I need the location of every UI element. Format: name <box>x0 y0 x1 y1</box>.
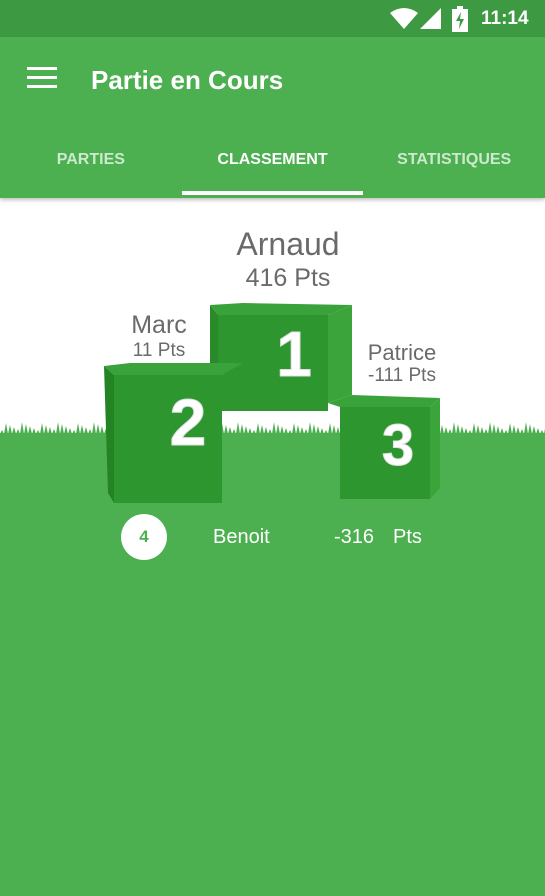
first-place-name: Arnaud <box>236 226 340 262</box>
second-place-rank: 2 <box>170 385 207 459</box>
third-place-rank: 3 <box>382 413 414 478</box>
status-clock: 11:14 <box>481 8 529 29</box>
first-place-score: 416 Pts <box>245 264 331 292</box>
tab-classement[interactable]: CLASSEMENT <box>181 125 364 198</box>
app-bar: Partie en Cours PARTIES CLASSEMENT STATI… <box>0 37 545 198</box>
ranking-view: Arnaud 416 Pts Marc 11 Pts Patrice -111 … <box>0 198 545 896</box>
ranking-row[interactable]: 4 Benoit -316 Pts <box>121 514 441 560</box>
battery-icon <box>452 6 468 32</box>
player-score: -316 <box>334 526 375 548</box>
first-place-rank: 1 <box>276 318 312 390</box>
tab-parties[interactable]: PARTIES <box>0 125 182 198</box>
podium: 1 2 3 <box>104 303 440 503</box>
status-bar: 11:14 <box>0 0 545 37</box>
tab-statistiques[interactable]: STATISTIQUES <box>363 125 545 198</box>
signal-icon <box>420 8 441 29</box>
player-score-unit: Pts <box>393 526 422 548</box>
player-name: Benoit <box>213 526 270 548</box>
tab-bar: PARTIES CLASSEMENT STATISTIQUES <box>0 125 545 198</box>
rank-badge: 4 <box>121 514 167 560</box>
page-title: Partie en Cours <box>91 65 284 95</box>
menu-icon[interactable] <box>26 67 58 93</box>
wifi-icon <box>390 8 418 29</box>
